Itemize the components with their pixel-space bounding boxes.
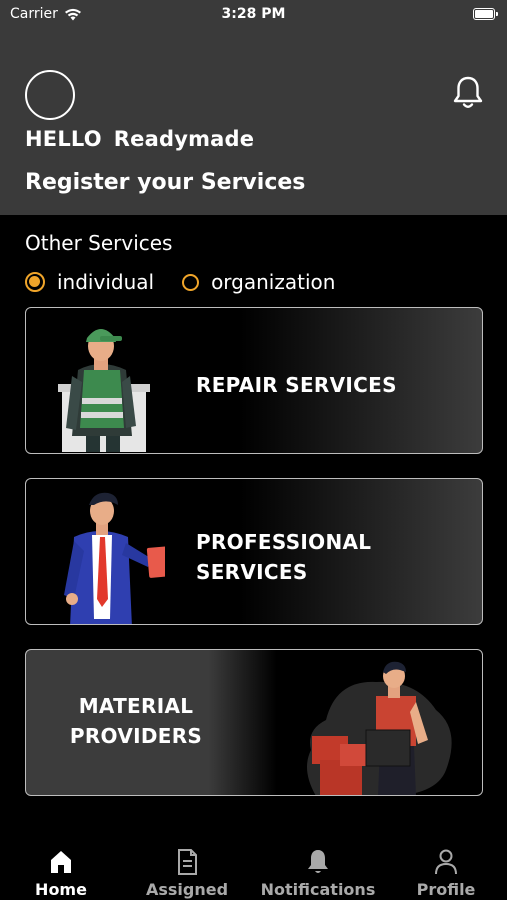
status-bar: Carrier 3:28 PM (0, 0, 507, 30)
tab-profile[interactable]: Profile (386, 848, 506, 899)
tab-label-home: Home (35, 880, 87, 899)
radio-label-individual: individual (57, 270, 155, 294)
tab-assigned[interactable]: Assigned (127, 848, 247, 899)
professional-man-illustration (64, 492, 165, 624)
page-subtitle: Register your Services (25, 170, 306, 195)
greeting-text: HELLO (25, 127, 102, 151)
tab-label-assigned: Assigned (145, 880, 229, 899)
tab-label-profile: Profile (416, 880, 476, 899)
tab-label-notifications: Notifications (260, 880, 376, 899)
document-icon (178, 849, 197, 875)
radio-option-individual[interactable]: individual (25, 270, 154, 294)
bell-icon (308, 850, 328, 873)
card-title-material: MATERIAL PROVIDERS (26, 691, 246, 751)
tab-bar: Home Assigned Notifications Profile (0, 840, 507, 900)
tab-notifications[interactable]: Notifications (258, 848, 378, 899)
notification-bell-button[interactable] (451, 75, 485, 111)
tab-home[interactable]: Home (1, 848, 121, 899)
repair-worker-illustration (58, 329, 150, 452)
battery-icon (473, 8, 498, 20)
service-type-radio-group: individual organization (25, 270, 363, 294)
username: Readymade (113, 127, 255, 151)
material-providers-card[interactable]: MATERIAL PROVIDERS (25, 649, 483, 796)
header: HELLO Readymade Register your Services (0, 30, 507, 215)
radio-option-organization[interactable]: organization (182, 270, 335, 294)
avatar[interactable] (25, 70, 75, 120)
card-title-professional: PROFESSIONAL SERVICES (196, 527, 371, 587)
radio-button-unchecked[interactable] (182, 273, 200, 291)
status-time: 3:28 PM (221, 6, 286, 22)
card-title-line: SERVICES (196, 560, 308, 584)
card-title-line: REPAIR SERVICES (196, 373, 397, 397)
person-icon (435, 849, 457, 875)
card-title-line: PROVIDERS (69, 724, 203, 748)
home-icon (51, 851, 71, 873)
radio-label-organization: organization (211, 270, 336, 294)
professional-services-card[interactable]: PROFESSIONAL SERVICES (25, 478, 483, 625)
card-title-line: MATERIAL (78, 694, 194, 718)
repair-services-card[interactable]: REPAIR SERVICES (25, 307, 483, 454)
section-title: Other Services (25, 231, 173, 255)
greeting: HELLO Readymade (25, 127, 254, 151)
delivery-worker-illustration (307, 661, 452, 795)
card-title-line: PROFESSIONAL (196, 530, 372, 554)
radio-button-checked[interactable] (25, 272, 45, 292)
card-title-repair: REPAIR SERVICES (196, 370, 397, 400)
